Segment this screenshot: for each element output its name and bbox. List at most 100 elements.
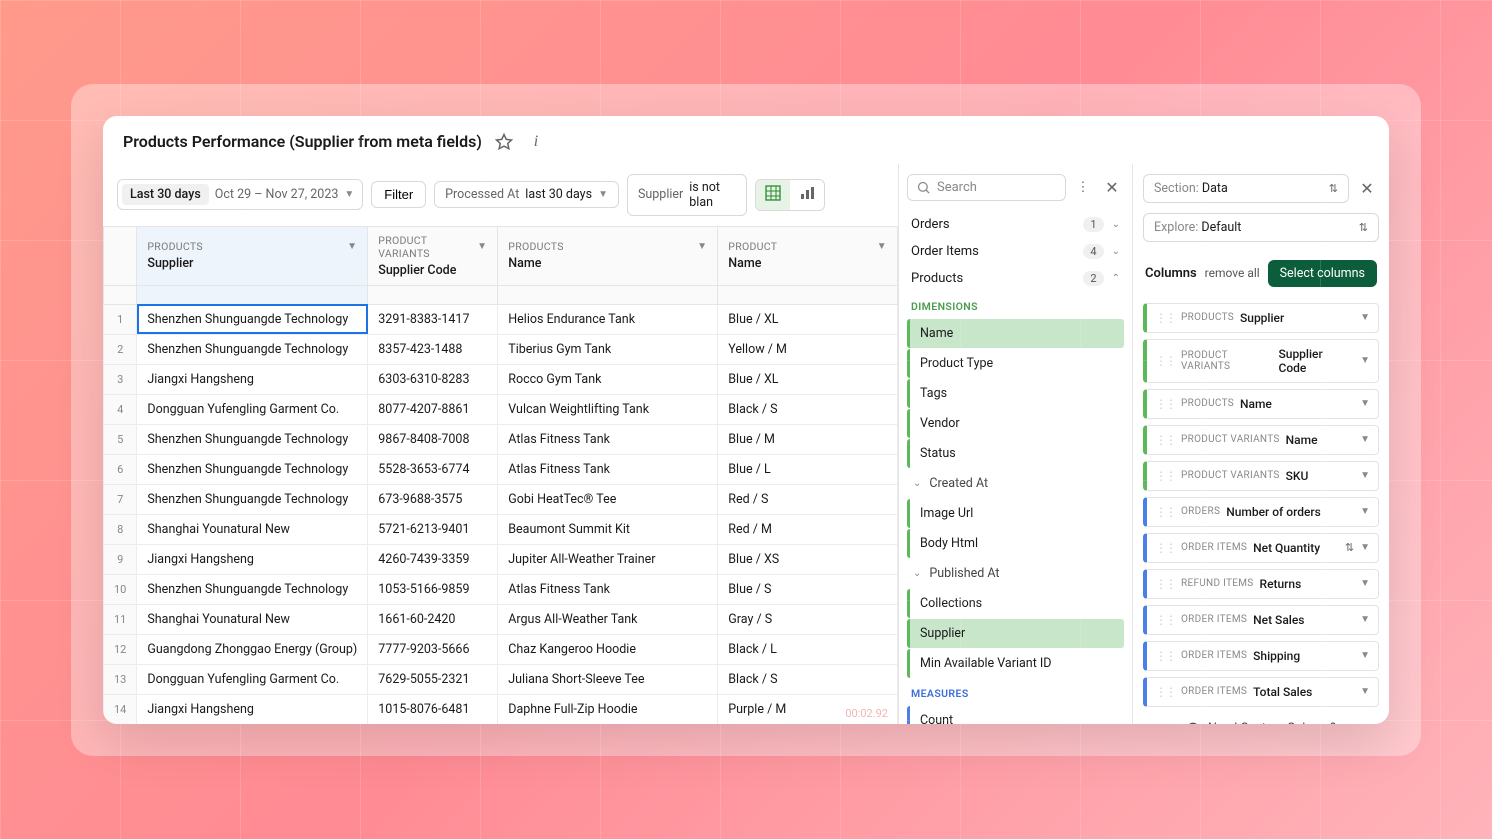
drag-handle-icon[interactable]: ⋮⋮ [1155, 649, 1175, 663]
table-row[interactable]: 6Shenzhen Shunguangde Technology5528-365… [104, 454, 898, 484]
table-view-button[interactable] [756, 180, 790, 210]
column-item[interactable]: ⋮⋮ Refund Items Returns ▼ [1143, 569, 1379, 599]
drag-handle-icon[interactable]: ⋮⋮ [1155, 685, 1175, 699]
table-row[interactable]: 14Jiangxi Hangsheng1015-8076-6481Daphne … [104, 694, 898, 724]
chevron-down-icon[interactable]: ▼ [1360, 398, 1370, 409]
table-row[interactable]: 9Jiangxi Hangsheng4260-7439-3359Jupiter … [104, 544, 898, 574]
remove-all-link[interactable]: remove all [1205, 266, 1260, 280]
star-icon[interactable] [494, 132, 514, 152]
search-placeholder: Search [937, 180, 977, 195]
chevron-down-icon: ▼ [344, 189, 354, 200]
table-row[interactable]: 4Dongguan Yufengling Garment Co.8077-420… [104, 394, 898, 424]
view-toggle [755, 179, 825, 211]
dimension-field[interactable]: Supplier [907, 619, 1124, 648]
drag-handle-icon[interactable]: ⋮⋮ [1155, 433, 1175, 447]
dimension-field[interactable]: Product Type [907, 349, 1124, 378]
app-window: Products Performance (Supplier from meta… [103, 116, 1389, 724]
table-row[interactable]: 1Shenzhen Shunguangde Technology3291-838… [104, 304, 898, 334]
column-item[interactable]: ⋮⋮ Product Variants SKU ▼ [1143, 461, 1379, 491]
table-row[interactable]: 2Shenzhen Shunguangde Technology8357-423… [104, 334, 898, 364]
date-range-picker[interactable]: Last 30 days Oct 29 – Nov 27, 2023 ▼ [117, 179, 363, 210]
column-item[interactable]: ⋮⋮ Orders Number of orders ▼ [1143, 497, 1379, 527]
dimension-field[interactable]: Body Html [907, 529, 1124, 558]
toolbar: Last 30 days Oct 29 – Nov 27, 2023 ▼ Fil… [103, 164, 898, 226]
column-item[interactable]: ⋮⋮ Order Items Net Sales ▼ [1143, 605, 1379, 635]
chevron-down-icon[interactable]: ▼ [1360, 542, 1370, 553]
drag-handle-icon[interactable]: ⋮⋮ [1155, 613, 1175, 627]
drag-handle-icon[interactable]: ⋮⋮ [1155, 354, 1175, 368]
dimension-field[interactable]: Min Available Variant ID [907, 649, 1124, 678]
column-item[interactable]: ⋮⋮ Order Items Total Sales ▼ [1143, 677, 1379, 707]
column-item[interactable]: ⋮⋮ Order Items Shipping ▼ [1143, 641, 1379, 671]
columns-heading: Columns [1145, 266, 1197, 281]
dimension-field[interactable]: Status [907, 439, 1124, 468]
more-menu-icon[interactable]: ⋮ [1070, 180, 1096, 195]
chevron-down-icon: ⌄ [913, 568, 921, 579]
dimension-field[interactable]: Name [907, 319, 1124, 348]
chevron-down-icon[interactable]: ▼ [1360, 434, 1370, 445]
dimension-field[interactable]: Vendor [907, 409, 1124, 438]
filter-button[interactable]: Filter [371, 181, 426, 208]
column-header[interactable]: Products▼Supplier [137, 226, 368, 285]
data-table[interactable]: Products▼SupplierProduct Variants▼Suppli… [103, 226, 898, 724]
tree-group[interactable]: Order Items4⌄ [907, 238, 1124, 265]
page-title: Products Performance (Supplier from meta… [123, 132, 482, 151]
table-row[interactable]: 8Shanghai Younatural New5721-6213-9401Be… [104, 514, 898, 544]
search-input[interactable]: Search [907, 174, 1066, 201]
column-item[interactable]: ⋮⋮ Order Items Net Quantity ⇅ ▼ [1143, 533, 1379, 563]
filter-supplier[interactable]: Supplier is not blan [627, 174, 747, 216]
filter-processed-at[interactable]: Processed At last 30 days ▼ [434, 181, 619, 208]
column-item[interactable]: ⋮⋮ Product Variants Supplier Code ▼ [1143, 339, 1379, 383]
measure-field[interactable]: Count [907, 706, 1124, 724]
chevron-down-icon[interactable]: ▼ [1360, 470, 1370, 481]
table-row[interactable]: 5Shenzhen Shunguangde Technology9867-840… [104, 424, 898, 454]
table-row[interactable]: 13Dongguan Yufengling Garment Co.7629-50… [104, 664, 898, 694]
dimension-field[interactable]: ⌄Created At [907, 469, 1124, 498]
drag-handle-icon[interactable]: ⋮⋮ [1155, 311, 1175, 325]
chevron-down-icon[interactable]: ▼ [1360, 686, 1370, 697]
chevron-down-icon: ⌄ [913, 478, 921, 489]
drag-handle-icon[interactable]: ⋮⋮ [1155, 469, 1175, 483]
dimension-field[interactable]: ⌄Published At [907, 559, 1124, 588]
chevron-down-icon[interactable]: ▼ [1360, 355, 1370, 366]
dimension-field[interactable]: Tags [907, 379, 1124, 408]
chevron-down-icon[interactable]: ▼ [1360, 650, 1370, 661]
table-row[interactable]: 11Shanghai Younatural New1661-60-2420Arg… [104, 604, 898, 634]
column-item[interactable]: ⋮⋮ Product Variants Name ▼ [1143, 425, 1379, 455]
column-item[interactable]: ⋮⋮ Products Name ▼ [1143, 389, 1379, 419]
titlebar: Products Performance (Supplier from meta… [103, 116, 1389, 164]
columns-pane: Section: Data ⇅ ✕ Explore: Default ⇅ Col… [1133, 164, 1389, 724]
drag-handle-icon[interactable]: ⋮⋮ [1155, 577, 1175, 591]
tree-group[interactable]: Orders1⌄ [907, 211, 1124, 238]
query-timer: 00:02.92 [845, 707, 888, 720]
explore-select[interactable]: Explore: Default ⇅ [1143, 213, 1379, 242]
close-icon[interactable]: ✕ [1100, 178, 1124, 197]
table-row[interactable]: 10Shenzhen Shunguangde Technology1053-51… [104, 574, 898, 604]
chevron-icon: ⌄ [1112, 246, 1120, 257]
chevron-down-icon[interactable]: ▼ [1360, 506, 1370, 517]
select-columns-button[interactable]: Select columns [1268, 260, 1377, 287]
column-header[interactable]: Products▼Name [498, 226, 718, 285]
table-row[interactable]: 12Guangdong Zhonggao Energy (Group)7777-… [104, 634, 898, 664]
table-row[interactable]: 7Shenzhen Shunguangde Technology673-9688… [104, 484, 898, 514]
table-row[interactable]: 3Jiangxi Hangsheng6303-6310-8283Rocco Gy… [104, 364, 898, 394]
tree-group[interactable]: Products2⌃ [907, 265, 1124, 292]
drag-handle-icon[interactable]: ⋮⋮ [1155, 397, 1175, 411]
section-select[interactable]: Section: Data ⇅ [1143, 174, 1349, 203]
drag-handle-icon[interactable]: ⋮⋮ [1155, 505, 1175, 519]
dimension-field[interactable]: Collections [907, 589, 1124, 618]
drag-handle-icon[interactable]: ⋮⋮ [1155, 541, 1175, 555]
sort-icon[interactable]: ⇅ [1345, 541, 1354, 554]
close-icon[interactable]: ✕ [1355, 179, 1379, 198]
chart-view-button[interactable] [790, 180, 824, 210]
column-header[interactable]: Product▼Name [718, 226, 898, 285]
dimension-field[interactable]: Image Url [907, 499, 1124, 528]
chevron-down-icon[interactable]: ▼ [1360, 578, 1370, 589]
custom-column-link[interactable]: Need Custom Column? [1143, 707, 1379, 724]
column-header[interactable]: Product Variants▼Supplier Code [368, 226, 498, 285]
chevron-down-icon[interactable]: ▼ [1360, 614, 1370, 625]
field-picker-pane: Search ⋮ ✕ Orders1⌄Order Items4⌄Products… [899, 164, 1133, 724]
chevron-down-icon[interactable]: ▼ [1360, 312, 1370, 323]
info-icon[interactable]: i [526, 132, 546, 152]
column-item[interactable]: ⋮⋮ Products Supplier ▼ [1143, 303, 1379, 333]
